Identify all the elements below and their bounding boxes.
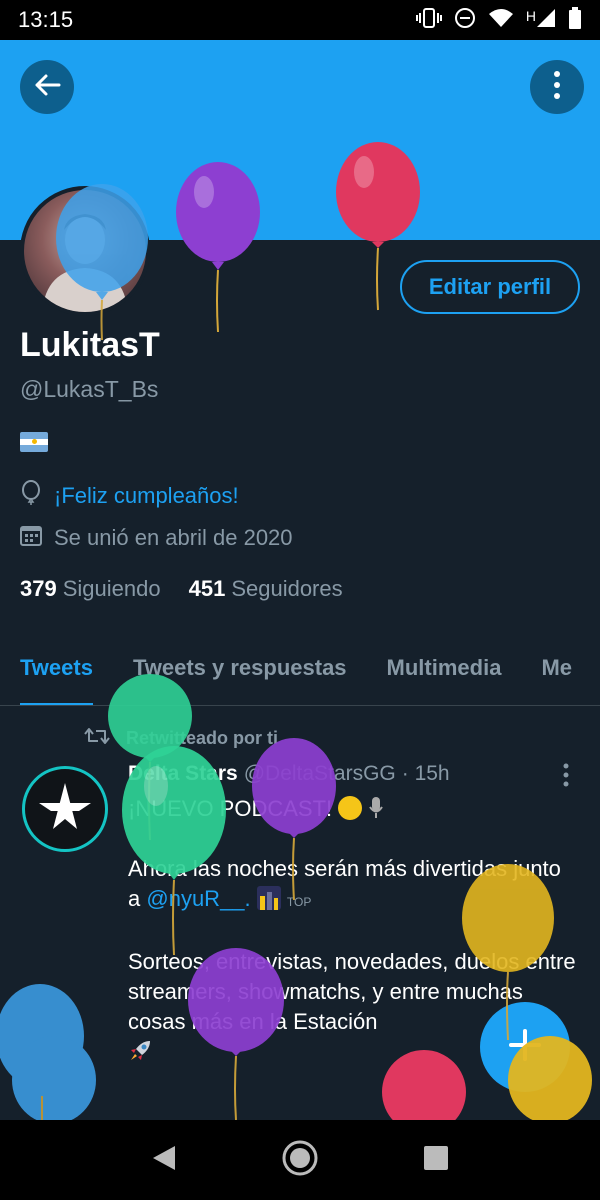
followers-count: 451 (188, 576, 226, 601)
status-time: 13:15 (18, 7, 74, 32)
battery-icon (568, 6, 582, 34)
arrow-left-icon (32, 70, 62, 105)
argentina-flag-icon (20, 432, 48, 452)
tweet-header: Delta Stars @DeltaStarsGG · 15h (128, 762, 450, 786)
birthday-row: ¡Feliz cumpleaños! (20, 480, 239, 512)
joined-text: Se unió en abril de 2020 (54, 525, 293, 550)
tab-tweets-and-replies[interactable]: Tweets y respuestas (113, 630, 367, 705)
user-handle: @LukasT_Bs (20, 376, 159, 402)
followers-label: Seguidores (231, 576, 343, 601)
profile-avatar[interactable] (20, 186, 150, 316)
tweet-author-handle: @DeltaStarsGG (243, 762, 396, 785)
more-vertical-icon (556, 763, 576, 794)
more-vertical-icon (553, 70, 561, 105)
star-struck-emoji-icon (338, 796, 363, 820)
plus-icon (508, 1028, 542, 1067)
tab-likes[interactable]: Me (521, 630, 592, 705)
night-city-emoji-icon (256, 886, 281, 911)
display-name: LukitasT (20, 326, 160, 364)
more-options-button[interactable] (530, 60, 584, 114)
tab-tweets[interactable]: Tweets (0, 630, 113, 705)
follow-stats: 379 Siguiendo 451 Seguidores (20, 576, 343, 602)
nav-recents-button[interactable] (423, 1145, 449, 1176)
top-badge: TOP (286, 895, 312, 909)
birthday-text[interactable]: ¡Feliz cumpleaños! (54, 483, 239, 509)
balloon-icon (20, 480, 42, 512)
tweet-author-name[interactable]: Delta Stars (128, 762, 238, 786)
balloon-blue-left (0, 984, 96, 1124)
following-link[interactable]: 379 Siguiendo (20, 576, 161, 602)
tweet-line-1: ¡NUEVO PODCAST! (128, 796, 333, 821)
vibrate-icon (415, 7, 442, 34)
following-count: 379 (20, 576, 57, 601)
retweet-icon (84, 726, 110, 751)
calendar-icon (20, 524, 42, 552)
retweet-label: Retwitteado por ti (126, 728, 278, 748)
do-not-disturb-icon (454, 7, 476, 34)
wifi-icon (488, 8, 514, 33)
tweet-mention[interactable]: @nyuR__. (146, 886, 250, 911)
microphone-emoji-icon (368, 796, 384, 821)
following-label: Siguiendo (62, 576, 161, 601)
status-bar: 13:15 H (0, 0, 600, 40)
tweet-author-avatar[interactable] (22, 766, 108, 852)
nav-back-button[interactable] (151, 1144, 177, 1177)
tweet-time: · 15h (401, 762, 450, 785)
retweet-indicator: Retwitteado por ti (84, 726, 278, 751)
back-button[interactable] (20, 60, 74, 114)
status-icons: H (415, 6, 582, 34)
tweet-more-button[interactable] (556, 760, 576, 790)
nav-home-button[interactable] (280, 1138, 320, 1183)
joined-row: Se unió en abril de 2020 (20, 524, 293, 552)
followers-link[interactable]: 451 Seguidores (189, 576, 343, 602)
edit-profile-button[interactable]: Editar perfil (400, 260, 580, 314)
android-nav-bar (0, 1120, 600, 1200)
signal-icon (536, 8, 556, 33)
compose-tweet-button[interactable] (480, 1002, 570, 1092)
tab-media[interactable]: Multimedia (367, 630, 522, 705)
profile-tabs: Tweets Tweets y respuestas Multimedia Me (0, 630, 600, 706)
network-type-label: H (525, 7, 536, 24)
rocket-emoji-icon (128, 1041, 154, 1068)
